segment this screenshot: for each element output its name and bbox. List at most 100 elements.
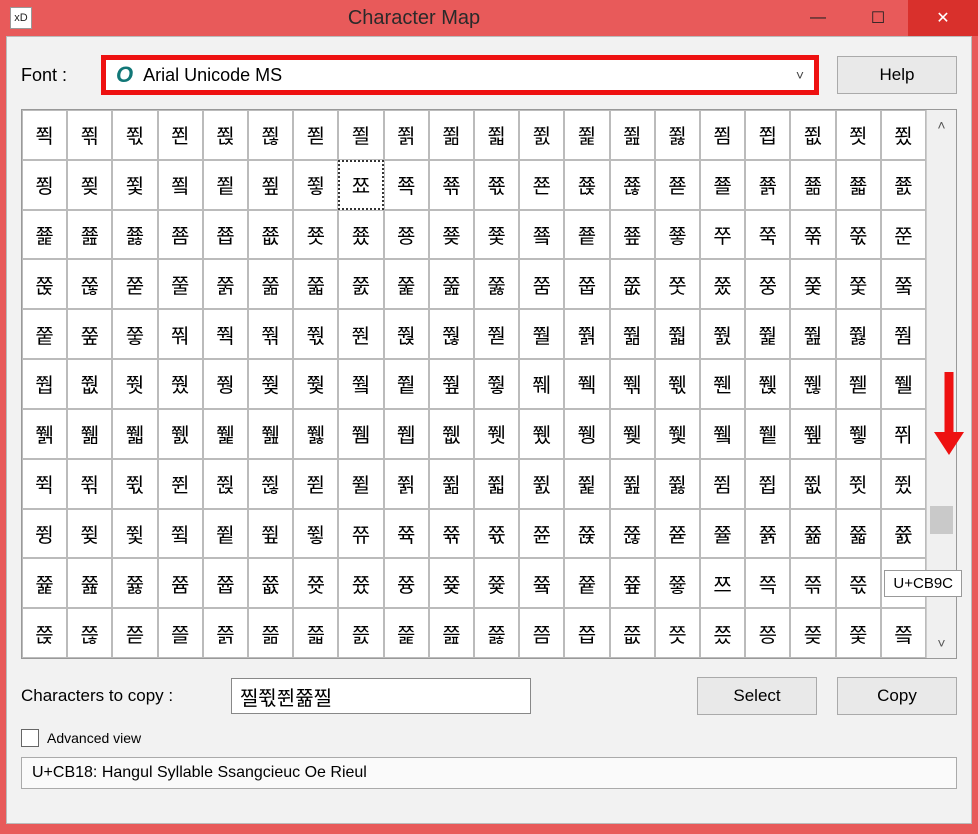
character-cell[interactable]: 쮋 — [112, 409, 157, 459]
character-cell[interactable]: 쯁 — [745, 509, 790, 559]
character-cell[interactable]: 쯟 — [293, 608, 338, 658]
character-cell[interactable]: 쬹 — [22, 210, 67, 260]
character-cell[interactable]: 쭶 — [67, 359, 112, 409]
character-cell[interactable]: 쭔 — [338, 259, 383, 309]
character-cell[interactable]: 쭎 — [67, 259, 112, 309]
character-cell[interactable]: 쮰 — [881, 459, 926, 509]
character-cell[interactable]: 쯎 — [429, 558, 474, 608]
character-cell[interactable]: 쭇 — [655, 210, 700, 260]
character-cell[interactable]: 쮖 — [610, 409, 655, 459]
character-cell[interactable]: 쯛 — [112, 608, 157, 658]
character-cell[interactable]: 쭋 — [836, 210, 881, 260]
character-cell[interactable]: 쯦 — [610, 608, 655, 658]
character-cell[interactable]: 쯫 — [836, 608, 881, 658]
character-cell[interactable]: 쬰 — [519, 160, 564, 210]
character-cell[interactable]: 쯋 — [293, 558, 338, 608]
character-cell[interactable]: 쭚 — [610, 259, 655, 309]
character-cell[interactable]: 쬴 — [700, 160, 745, 210]
character-cell[interactable]: 쬡 — [745, 110, 790, 160]
character-cell[interactable]: 쮭 — [745, 459, 790, 509]
character-cell[interactable]: 쯀 — [700, 509, 745, 559]
character-cell[interactable]: 쭥 — [203, 309, 248, 359]
character-cell[interactable]: 쯚 — [67, 608, 112, 658]
character-cell[interactable]: 쮱 — [22, 509, 67, 559]
character-cell[interactable]: 쭻 — [293, 359, 338, 409]
character-cell[interactable]: 쯒 — [610, 558, 655, 608]
character-cell[interactable]: 쬩 — [203, 160, 248, 210]
character-cell[interactable]: 쮼 — [519, 509, 564, 559]
character-cell[interactable]: 쭼 — [338, 359, 383, 409]
character-cell[interactable]: 쮴 — [158, 509, 203, 559]
character-cell[interactable]: 쭙 — [564, 259, 609, 309]
character-cell[interactable]: 쮻 — [474, 509, 519, 559]
character-cell[interactable]: 쭳 — [836, 309, 881, 359]
character-cell[interactable]: 쭉 — [745, 210, 790, 260]
character-cell[interactable]: 쬒 — [67, 110, 112, 160]
character-cell[interactable]: 쮤 — [338, 459, 383, 509]
character-cell[interactable]: 쬸 — [881, 160, 926, 210]
character-cell[interactable]: 쭀 — [338, 210, 383, 260]
character-cell[interactable]: 쮛 — [836, 409, 881, 459]
character-cell[interactable]: 쭹 — [203, 359, 248, 409]
character-cell[interactable]: 쯬 — [881, 608, 926, 658]
character-cell[interactable]: 쭰 — [700, 309, 745, 359]
character-cell[interactable]: 쯃 — [836, 509, 881, 559]
character-cell[interactable]: 쮿 — [655, 509, 700, 559]
character-cell[interactable]: 쭢 — [67, 309, 112, 359]
character-cell[interactable]: 쮷 — [293, 509, 338, 559]
character-cell[interactable]: 쭨 — [338, 309, 383, 359]
character-cell[interactable]: 쬯 — [474, 160, 519, 210]
character-cell[interactable]: 쭭 — [564, 309, 609, 359]
character-cell[interactable]: 쭁 — [384, 210, 429, 260]
character-cell[interactable]: 쭃 — [474, 210, 519, 260]
character-cell[interactable]: 쭖 — [429, 259, 474, 309]
character-cell[interactable]: 쬛 — [474, 110, 519, 160]
character-cell[interactable]: 쮬 — [700, 459, 745, 509]
character-cell[interactable]: 쬗 — [293, 110, 338, 160]
character-cell[interactable]: 쭅 — [564, 210, 609, 260]
character-cell[interactable]: 쬑 — [22, 110, 67, 160]
character-cell[interactable]: 쮍 — [203, 409, 248, 459]
character-cell[interactable]: 쯞 — [248, 608, 293, 658]
scroll-down-button[interactable]: ˅ — [927, 628, 956, 658]
character-cell[interactable]: 쭄 — [519, 210, 564, 260]
character-cell[interactable]: 쯑 — [564, 558, 609, 608]
character-cell[interactable]: 쭤 — [158, 309, 203, 359]
character-cell[interactable]: 쯢 — [429, 608, 474, 658]
character-cell[interactable]: 쭵 — [22, 359, 67, 409]
character-cell[interactable]: 쯅 — [22, 558, 67, 608]
character-cell[interactable]: 쯙 — [22, 608, 67, 658]
maximize-button[interactable]: ☐ — [848, 0, 908, 36]
character-cell[interactable]: 쮗 — [655, 409, 700, 459]
character-cell[interactable]: 쮙 — [745, 409, 790, 459]
character-cell[interactable]: 쬽 — [203, 210, 248, 260]
character-cell[interactable]: 쬾 — [248, 210, 293, 260]
character-cell[interactable]: 쮹 — [384, 509, 429, 559]
character-cell[interactable]: 쮸 — [338, 509, 383, 559]
character-cell[interactable]: 쮺 — [429, 509, 474, 559]
character-cell[interactable]: 쭝 — [745, 259, 790, 309]
character-cell[interactable]: 쮐 — [338, 409, 383, 459]
character-cell[interactable]: 쭍 — [22, 259, 67, 309]
character-cell[interactable]: 쮩 — [564, 459, 609, 509]
character-cell[interactable]: 쮚 — [790, 409, 835, 459]
help-button[interactable]: Help — [837, 56, 957, 94]
character-cell[interactable]: 쬵 — [745, 160, 790, 210]
character-cell[interactable]: 쬿 — [293, 210, 338, 260]
character-cell[interactable]: 쭺 — [248, 359, 293, 409]
character-cell[interactable]: 쭞 — [790, 259, 835, 309]
character-cell[interactable]: 쮲 — [67, 509, 112, 559]
character-cell[interactable]: 쬧 — [112, 160, 157, 210]
character-cell[interactable]: 쮡 — [203, 459, 248, 509]
character-cell[interactable]: 쬢 — [790, 110, 835, 160]
character-cell[interactable]: 쯆 — [67, 558, 112, 608]
characters-to-copy-input[interactable]: 찔쮟쮠쯂찔 — [231, 678, 531, 714]
character-cell[interactable]: 쮅 — [745, 359, 790, 409]
character-cell[interactable]: 쮞 — [67, 459, 112, 509]
character-cell[interactable]: 쮏 — [293, 409, 338, 459]
character-cell[interactable]: 쬲 — [610, 160, 655, 210]
character-cell[interactable]: 쮽 — [564, 509, 609, 559]
character-cell[interactable]: 쬻 — [112, 210, 157, 260]
character-cell[interactable]: 쭬 — [519, 309, 564, 359]
character-cell[interactable]: 쮉 — [22, 409, 67, 459]
